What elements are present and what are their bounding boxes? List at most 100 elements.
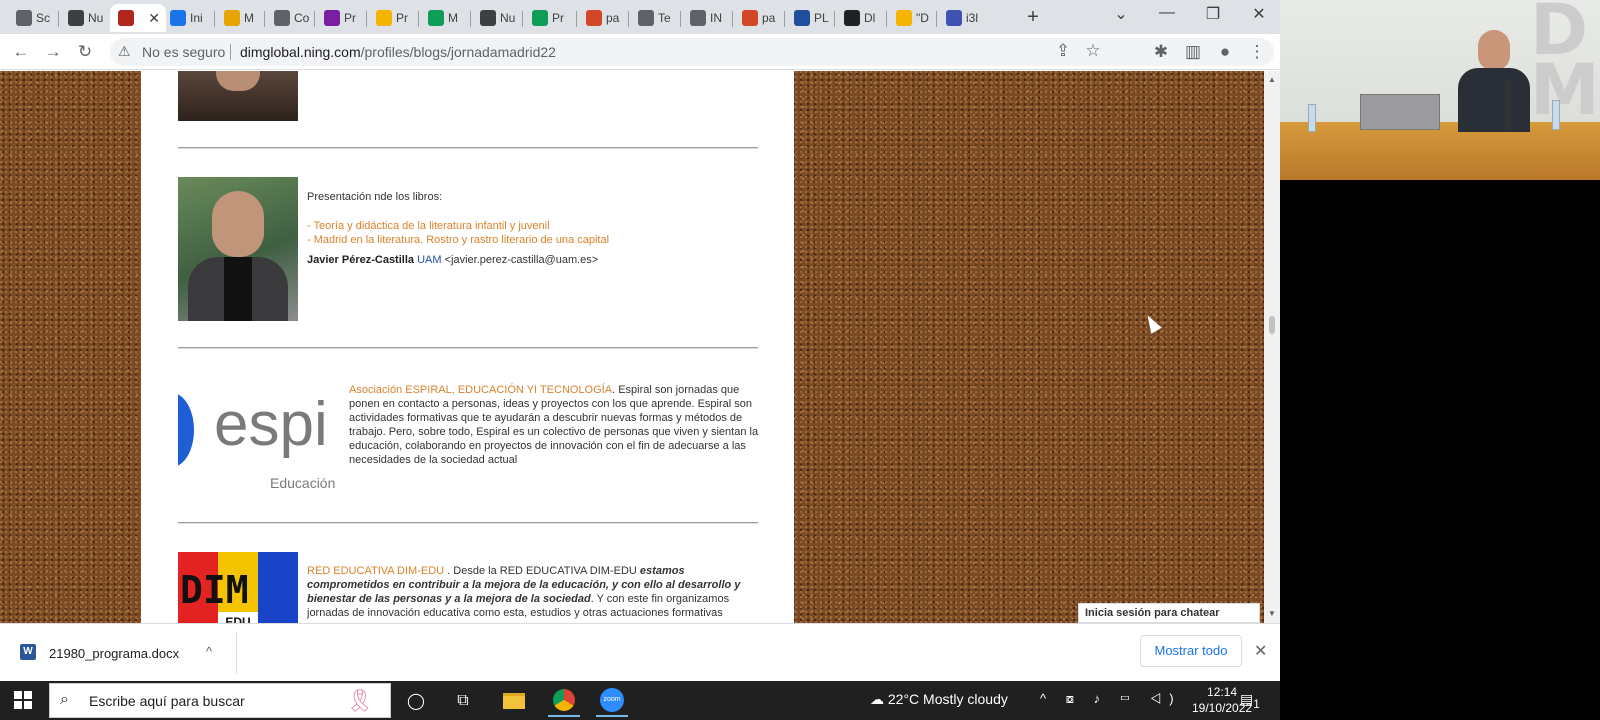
minimize-button[interactable]: — [1152, 4, 1182, 22]
notification-icon[interactable]: ▤1 [1240, 691, 1260, 711]
back-arrow-icon[interactable]: ← [10, 42, 32, 62]
favicon-icon [896, 10, 912, 26]
profile-avatar-icon[interactable]: ● [1214, 42, 1236, 62]
download-filename[interactable]: 21980_programa.docx [49, 646, 179, 661]
favicon-icon [742, 10, 758, 26]
word-document-icon[interactable]: W [20, 644, 36, 660]
cortana-icon[interactable]: ◯ [400, 685, 432, 717]
divider [178, 522, 758, 524]
close-window-button[interactable]: ✕ [1244, 4, 1274, 24]
tab-separator [58, 11, 59, 27]
tab-label: IN [710, 11, 722, 25]
tab-label: Te [658, 11, 671, 25]
favicon-icon [16, 10, 32, 26]
search-icon: ⌕ [60, 691, 69, 708]
tab-label: "D [916, 11, 929, 25]
url-text[interactable]: dimglobal.ning.com/profiles/blogs/jornad… [240, 44, 556, 60]
tab[interactable]: Nu [472, 4, 522, 32]
scroll-down-arrow-icon[interactable]: ▼ [1268, 609, 1276, 618]
chat-login-bar[interactable]: Inicia sesión para chatear [1078, 603, 1260, 623]
screen: Sc Nu ✕ Ini M Co Pr Pr M Nu Pr pa Te IN pa PL Dl "D i3l + … [0, 0, 1600, 720]
tab[interactable]: Nu [60, 4, 108, 32]
chevron-up-icon[interactable]: ^ [206, 644, 212, 659]
tab[interactable]: M [420, 4, 470, 32]
new-tab-button[interactable]: + [1022, 6, 1044, 29]
favicon-icon [274, 10, 290, 26]
share-icon[interactable]: ⇪ [1052, 41, 1074, 61]
speaker-photo-javier [178, 177, 298, 321]
tab-separator [784, 11, 785, 27]
tab[interactable]: Ini [162, 4, 214, 32]
zoom-icon[interactable]: zoom [596, 685, 628, 717]
tab-label: M [244, 11, 254, 25]
tab-active[interactable]: ✕ [110, 4, 166, 32]
dim-title-link[interactable]: RED EDUCATIVA DIM-EDU [307, 565, 444, 577]
page-viewport[interactable]: Presentación nde los libros: - Teoría y … [0, 71, 1264, 623]
dim-edu-logo[interactable]: DIM EDU [178, 552, 298, 623]
notification-count: 1 [1253, 697, 1260, 711]
mouse-cursor-icon [1142, 312, 1162, 334]
url-host: dimglobal.ning.com [240, 44, 361, 60]
close-icon[interactable]: ✕ [1254, 641, 1267, 661]
tab[interactable]: Sc [8, 4, 56, 32]
tab[interactable]: Dl [836, 4, 886, 32]
author-org-link[interactable]: UAM [417, 254, 441, 266]
taskbar-search-box[interactable]: ⌕ Escribe aquí para buscar 🎗 [49, 683, 391, 718]
chrome-icon[interactable] [548, 685, 580, 717]
tab-label: Ini [190, 11, 203, 25]
tab[interactable]: M [216, 4, 264, 32]
windows-start-icon[interactable] [14, 691, 32, 709]
tab-separator [628, 11, 629, 27]
tab[interactable]: Pr [316, 4, 366, 32]
page-scrollbar[interactable]: ▲ ▼ [1264, 71, 1280, 623]
book-title-link[interactable]: - Teoría y didáctica de la literatura in… [307, 219, 550, 233]
side-panel-icon[interactable]: ▥ [1182, 42, 1204, 62]
show-all-downloads-button[interactable]: Mostrar todo [1140, 635, 1242, 667]
espiral-title-link[interactable]: Asociación ESPIRAL, EDUCACIÓN YI TECNOLO… [349, 384, 612, 396]
file-explorer-icon[interactable] [498, 685, 530, 717]
video-room-background: DM [1280, 0, 1600, 180]
tab-label: Sc [36, 11, 51, 25]
tab[interactable]: pa [578, 4, 628, 32]
not-secure-label[interactable]: No es seguro [142, 44, 225, 60]
extensions-puzzle-icon[interactable]: ✱ [1150, 42, 1172, 62]
tab[interactable]: Te [630, 4, 680, 32]
scroll-up-arrow-icon[interactable]: ▲ [1268, 75, 1276, 84]
tab[interactable]: PL [786, 4, 834, 32]
restore-button[interactable]: ❐ [1198, 4, 1228, 24]
favicon-icon [118, 10, 134, 26]
weather-widget[interactable]: ☁ 22°C Mostly cloudy [870, 691, 1008, 708]
tab-separator [418, 11, 419, 27]
bookmark-star-icon[interactable]: ☆ [1082, 41, 1104, 61]
tab[interactable]: i3l [938, 4, 984, 32]
tab[interactable]: Co [266, 4, 314, 32]
awareness-ribbon-icon[interactable]: 🎗 [346, 688, 374, 714]
address-bar[interactable]: ⚠ No es seguro dimglobal.ning.com/profil… [110, 38, 1274, 66]
warning-icon[interactable]: ⚠ [118, 43, 131, 60]
tab-search-chevron-icon[interactable]: ⌄ [1106, 4, 1136, 24]
download-bar: W 21980_programa.docx ^ Mostrar todo ✕ [0, 623, 1280, 681]
system-tray-icons[interactable]: ^ ⧇ ♪ ▭ ◁) [1040, 691, 1182, 707]
tab[interactable]: Pr [368, 4, 418, 32]
divider [178, 147, 758, 149]
reload-icon[interactable]: ↻ [74, 42, 96, 62]
favicon-icon [224, 10, 240, 26]
tab[interactable]: IN [682, 4, 732, 32]
browser-toolbar: ← → ↻ ⚠ No es seguro dimglobal.ning.com/… [0, 34, 1280, 70]
tab-label: Pr [552, 11, 564, 25]
tab[interactable]: "D [888, 4, 936, 32]
tab[interactable]: pa [734, 4, 784, 32]
tab[interactable]: Pr [524, 4, 576, 32]
tab-label: M [448, 11, 458, 25]
video-speaker [1448, 30, 1538, 132]
task-view-icon[interactable]: ⧉ [447, 685, 479, 717]
espiral-logo[interactable]: espi Educación [178, 381, 338, 497]
forward-arrow-icon[interactable]: → [42, 42, 64, 62]
book-title-link[interactable]: - Madrid en la literatura. Rostro y rast… [307, 233, 609, 247]
scrollbar-thumb[interactable] [1269, 316, 1275, 334]
close-tab-icon[interactable]: ✕ [148, 10, 160, 27]
menu-kebab-icon[interactable]: ⋮ [1246, 42, 1268, 62]
espiral-description: Asociación ESPIRAL, EDUCACIÓN YI TECNOLO… [349, 383, 759, 467]
favicon-icon [376, 10, 392, 26]
video-conference-feed: DM [1280, 0, 1600, 720]
